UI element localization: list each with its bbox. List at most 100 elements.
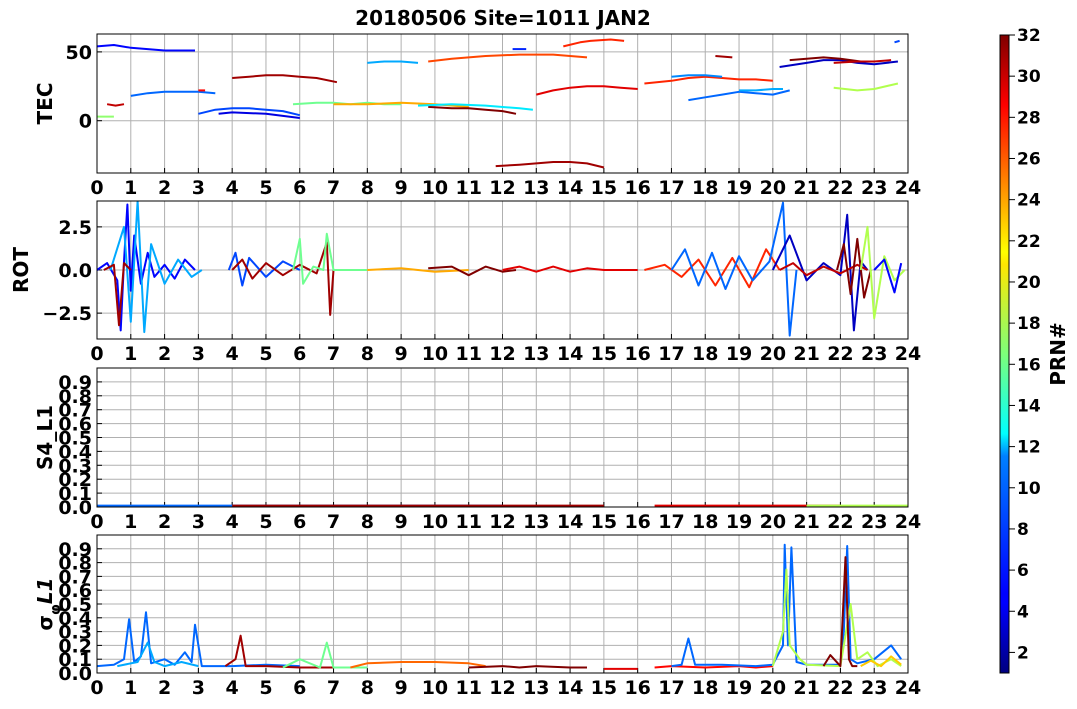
x-tick-label: 9	[395, 177, 408, 199]
x-tick-label: 3	[192, 177, 205, 199]
colorbar-tick-label: 24	[1017, 191, 1041, 211]
y-tick-label: 50	[66, 42, 92, 64]
x-tick-label: 2	[158, 511, 171, 533]
panel-2: 0 1 2 3 4 5 6 7 8 9 10 11 12 13 14 15 16 17 18 19 20 21 22 23 24…	[9, 200, 921, 365]
colorbar-tick-label: 20	[1017, 273, 1041, 293]
x-tick-label: 23	[861, 177, 887, 199]
x-tick-label: 4	[226, 343, 239, 365]
colorbar-tick-label: 4	[1017, 602, 1029, 622]
x-tick-label: 18	[692, 177, 718, 199]
x-tick-label: 21	[793, 677, 819, 699]
colorbar-tick-label: 18	[1017, 314, 1041, 334]
x-tick-label: 1	[124, 177, 137, 199]
x-tick-label: 1	[124, 677, 137, 699]
colorbar-tick-label: 26	[1017, 149, 1041, 169]
x-tick-label: 3	[192, 343, 205, 365]
colorbar-tick-label: 22	[1017, 232, 1041, 252]
x-tick-label: 14	[557, 677, 583, 699]
y-axis-label: S4_L1	[33, 405, 57, 470]
x-tick-label: 16	[624, 511, 650, 533]
x-tick-label: 10	[422, 177, 448, 199]
colorbar-tick-label: 16	[1017, 355, 1041, 375]
x-tick-label: 18	[692, 511, 718, 533]
panels-group: 0 1 2 3 4 5 6 7 8 9 10 11 12 13 14 15 16 17 18 19 20 21 22 23 24…	[9, 33, 921, 699]
colorbar: 2468101214161820222426283032 PRN#	[999, 26, 1070, 674]
x-tick-label: 22	[827, 677, 853, 699]
panel-3: 0 1 2 3 4 5 6 7 8 9 10 11 12 13 14 15 16 17 18 19 20 21 22 23 24…	[33, 367, 921, 533]
x-tick-label: 6	[293, 177, 306, 199]
colorbar-label: PRN#	[1046, 322, 1070, 386]
x-tick-label: 0	[90, 677, 103, 699]
x-tick-label: 2	[158, 343, 171, 365]
x-tick-label: 0	[90, 511, 103, 533]
x-tick-label: 17	[658, 343, 684, 365]
x-tick-label: 8	[361, 343, 374, 365]
y-tick-label: 0	[79, 111, 92, 133]
x-tick-label: 2	[158, 677, 171, 699]
x-tick-label: 11	[455, 677, 481, 699]
series-line-prn-31	[715, 55, 733, 59]
x-tick-label: 14	[557, 511, 583, 533]
x-tick-label: 5	[259, 343, 272, 365]
x-tick-label: 18	[692, 343, 718, 365]
x-tick-label: 0	[90, 177, 103, 199]
x-tick-label: 13	[523, 177, 549, 199]
x-tick-label: 17	[658, 677, 684, 699]
y-axis-label: TEC	[33, 83, 57, 125]
x-tick-label: 2	[158, 177, 171, 199]
x-tick-label: 13	[523, 343, 549, 365]
colorbar-ticks: 2468101214161820222426283032	[1009, 26, 1041, 663]
x-tick-label: 22	[827, 177, 853, 199]
x-tick-label: 5	[259, 677, 272, 699]
figure-title: 20180506 Site=1011 JAN2	[355, 6, 651, 30]
x-tick-label: 7	[327, 177, 340, 199]
x-tick-label: 4	[226, 677, 239, 699]
x-tick-label: 10	[422, 677, 448, 699]
x-tick-label: 6	[293, 343, 306, 365]
x-tick-label: 15	[591, 511, 617, 533]
colorbar-tick-label: 8	[1017, 520, 1029, 540]
x-tick-label: 20	[760, 177, 786, 199]
x-tick-label: 8	[361, 511, 374, 533]
x-tick-label: 21	[793, 177, 819, 199]
x-tick-label: 4	[226, 177, 239, 199]
x-tick-label: 23	[861, 677, 887, 699]
x-tick-label: 17	[658, 177, 684, 199]
x-tick-label: 12	[489, 677, 515, 699]
colorbar-tick-label: 12	[1017, 438, 1041, 458]
x-tick-label: 15	[591, 177, 617, 199]
x-tick-label: 8	[361, 177, 374, 199]
x-tick-label: 7	[327, 677, 340, 699]
colorbar-tick-label: 30	[1017, 67, 1041, 87]
panel-1: 0 1 2 3 4 5 6 7 8 9 10 11 12 13 14 15 16 17 18 19 20 21 22 23 24…	[33, 33, 921, 199]
colorbar-tick-label: 6	[1017, 561, 1029, 581]
x-tick-label: 8	[361, 677, 374, 699]
x-tick-label: 0	[90, 343, 103, 365]
panel-4: 0 1 2 3 4 5 6 7 8 9 10 11 12 13 14 15 16 17 18 19 20 21 22 23 24…	[33, 534, 921, 699]
x-tick-label: 15	[591, 343, 617, 365]
x-tick-label: 7	[327, 511, 340, 533]
x-tick-label: 23	[861, 343, 887, 365]
x-tick-label: 3	[192, 511, 205, 533]
x-tick-label: 9	[395, 677, 408, 699]
x-tick-label: 21	[793, 343, 819, 365]
x-tick-label: 20	[760, 343, 786, 365]
y-tick-label: 0.0	[58, 260, 92, 282]
x-tick-label: 6	[293, 511, 306, 533]
x-tick-label: 21	[793, 511, 819, 533]
x-tick-label: 1	[124, 511, 137, 533]
x-tick-label: 13	[523, 511, 549, 533]
x-tick-label: 24	[895, 677, 921, 699]
y-axis-label: ROT	[9, 247, 33, 293]
x-tick-label: 9	[395, 511, 408, 533]
x-tick-label: 3	[192, 677, 205, 699]
x-tick-label: 11	[455, 511, 481, 533]
x-tick-label: 19	[726, 511, 752, 533]
y-tick-label: 2.5	[58, 217, 92, 239]
x-tick-label: 11	[455, 343, 481, 365]
x-tick-label: 12	[489, 177, 515, 199]
x-tick-label: 20	[760, 511, 786, 533]
colorbar-tick-label: 14	[1017, 396, 1041, 416]
colorbar-tick-label: 28	[1017, 108, 1041, 128]
x-tick-label: 19	[726, 677, 752, 699]
